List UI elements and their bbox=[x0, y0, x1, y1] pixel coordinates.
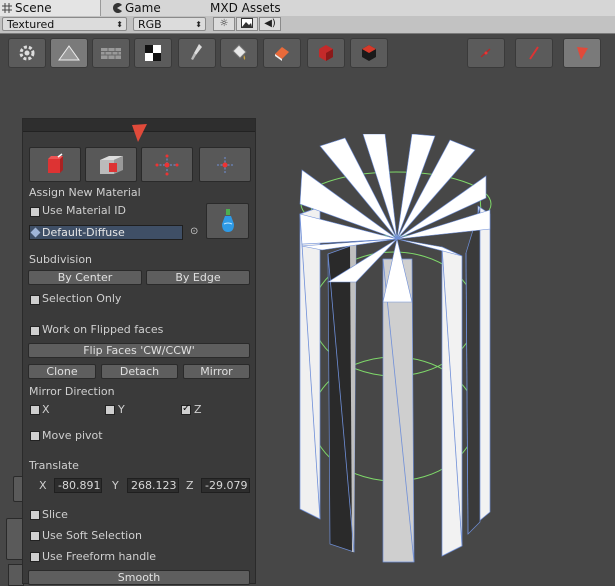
cylinder-mesh bbox=[299, 134, 492, 563]
by-center-button[interactable]: By Center bbox=[28, 270, 142, 285]
mesh-edit-panel: Assign New Material Use Material ID Defa… bbox=[22, 118, 256, 585]
vertex-mode-icon bbox=[480, 48, 491, 58]
soft-selection-checkbox[interactable] bbox=[30, 531, 40, 541]
dark-box-tool-button[interactable] bbox=[350, 38, 388, 68]
audio-toggle[interactable]: ◀) bbox=[259, 17, 281, 31]
face-mode-icon bbox=[577, 47, 588, 60]
checker-tool-button[interactable] bbox=[134, 38, 172, 68]
weld-cross-icon bbox=[217, 156, 233, 173]
window-tab-bar: Scene Game MXD Assets bbox=[0, 0, 615, 17]
bevel-button[interactable] bbox=[85, 147, 137, 182]
settings-tool-button[interactable] bbox=[8, 38, 46, 68]
tab-mxd-assets[interactable]: MXD Assets bbox=[208, 0, 290, 16]
flipped-faces-checkbox[interactable] bbox=[30, 326, 40, 336]
translate-z-field[interactable]: -29.079 bbox=[201, 478, 250, 493]
color-mode-dropdown[interactable]: RGB ⬍ bbox=[133, 17, 206, 31]
flip-faces-button[interactable]: Flip Faces 'CW/CCW' bbox=[28, 343, 250, 358]
scene-grid-icon bbox=[2, 1, 12, 13]
dropdown-arrows-icon: ⬍ bbox=[116, 20, 123, 29]
mirror-y-label: Y bbox=[118, 403, 125, 416]
potion-flask-icon bbox=[221, 209, 234, 232]
bevel-box-icon bbox=[100, 155, 123, 174]
audio-icon: ◀) bbox=[264, 18, 276, 29]
dark-box-icon bbox=[362, 45, 376, 61]
clone-button[interactable]: Clone bbox=[28, 364, 96, 379]
slice-checkbox[interactable] bbox=[30, 510, 40, 520]
sun-icon: ☼ bbox=[219, 18, 229, 29]
assign-material-button[interactable] bbox=[206, 203, 249, 239]
freeform-handle-checkbox[interactable] bbox=[30, 552, 40, 562]
tab-scene-label: Scene bbox=[15, 1, 52, 15]
soft-selection-label: Use Soft Selection bbox=[42, 529, 142, 542]
edge-mode-button[interactable] bbox=[515, 38, 553, 68]
face-selection-marker-icon bbox=[132, 124, 147, 142]
move-vertices-button[interactable] bbox=[141, 147, 193, 182]
column-face bbox=[465, 206, 481, 535]
brush-tool-button[interactable] bbox=[178, 38, 216, 68]
brush-icon bbox=[191, 44, 202, 60]
dropdown-arrows-icon: ⬍ bbox=[195, 20, 202, 29]
selection-only-checkbox[interactable] bbox=[30, 295, 40, 305]
color-mode-value: RGB bbox=[138, 18, 162, 31]
by-edge-button[interactable]: By Edge bbox=[146, 270, 250, 285]
tab-scene[interactable]: Scene bbox=[0, 0, 101, 16]
mirror-y-checkbox[interactable] bbox=[105, 405, 115, 415]
gear-icon bbox=[19, 45, 35, 61]
translate-x-field[interactable]: -80.891 bbox=[54, 478, 102, 493]
translate-y-label: Y bbox=[112, 479, 119, 492]
scene-toolbar: Textured ⬍ RGB ⬍ ☼ ◀) bbox=[0, 16, 615, 34]
selection-only-label: Selection Only bbox=[42, 292, 122, 305]
triangle-tool-button[interactable] bbox=[50, 38, 88, 68]
move-pivot-checkbox[interactable] bbox=[30, 431, 40, 441]
red-box-icon bbox=[319, 45, 333, 61]
checker-icon bbox=[145, 45, 161, 61]
mirror-button[interactable]: Mirror bbox=[183, 364, 250, 379]
flipped-faces-label: Work on Flipped faces bbox=[42, 323, 164, 336]
image-toggle[interactable] bbox=[236, 17, 258, 31]
mirror-x-checkbox[interactable] bbox=[30, 405, 40, 415]
eraser-tool-button[interactable] bbox=[263, 38, 301, 68]
edge-mode-icon bbox=[529, 46, 539, 60]
vertex-mode-button[interactable] bbox=[467, 38, 505, 68]
freeform-handle-label: Use Freeform handle bbox=[42, 550, 157, 563]
paint-bucket-tool-button[interactable] bbox=[220, 38, 258, 68]
material-picker-icon[interactable]: ⊙ bbox=[190, 226, 198, 237]
material-field[interactable]: Default-Diffuse bbox=[29, 225, 183, 240]
game-pacman-icon bbox=[112, 1, 122, 13]
lighting-toggle[interactable]: ☼ bbox=[213, 17, 235, 31]
smooth-button[interactable]: Smooth bbox=[28, 570, 250, 585]
mirror-z-checkbox[interactable] bbox=[181, 403, 191, 415]
tab-game[interactable]: Game bbox=[110, 0, 192, 16]
red-box-tool-button[interactable] bbox=[307, 38, 345, 68]
tab-mxd-assets-label: MXD Assets bbox=[210, 1, 281, 15]
translate-z-label: Z bbox=[186, 479, 194, 492]
translate-y-field[interactable]: 268.123 bbox=[127, 478, 179, 493]
translate-x-label: X bbox=[39, 479, 47, 492]
paint-bucket-icon bbox=[232, 44, 247, 60]
render-mode-dropdown[interactable]: Textured ⬍ bbox=[2, 17, 127, 31]
slice-label: Slice bbox=[42, 508, 68, 521]
brick-wall-icon bbox=[101, 48, 121, 59]
mirror-x-label: X bbox=[42, 403, 50, 416]
face-mode-button[interactable] bbox=[563, 38, 601, 68]
translate-label: Translate bbox=[29, 459, 79, 472]
detach-button[interactable]: Detach bbox=[101, 364, 178, 379]
mirror-z-label: Z bbox=[194, 403, 202, 416]
assign-material-label: Assign New Material bbox=[29, 186, 141, 199]
use-material-id-label: Use Material ID bbox=[42, 204, 126, 217]
subdivision-label: Subdivision bbox=[29, 253, 93, 266]
eraser-icon bbox=[275, 47, 289, 61]
image-icon bbox=[241, 18, 253, 31]
tab-game-label: Game bbox=[125, 1, 161, 15]
red-cube-icon bbox=[48, 152, 63, 173]
render-mode-value: Textured bbox=[7, 18, 55, 31]
cross-move-icon bbox=[155, 154, 179, 175]
move-pivot-label: Move pivot bbox=[42, 429, 103, 442]
triangle-icon bbox=[58, 45, 80, 61]
extrude-button[interactable] bbox=[29, 147, 81, 182]
use-material-id-checkbox[interactable] bbox=[30, 207, 40, 217]
brick-tool-button[interactable] bbox=[92, 38, 130, 68]
mirror-direction-label: Mirror Direction bbox=[29, 385, 115, 398]
weld-vertices-button[interactable] bbox=[199, 147, 251, 182]
